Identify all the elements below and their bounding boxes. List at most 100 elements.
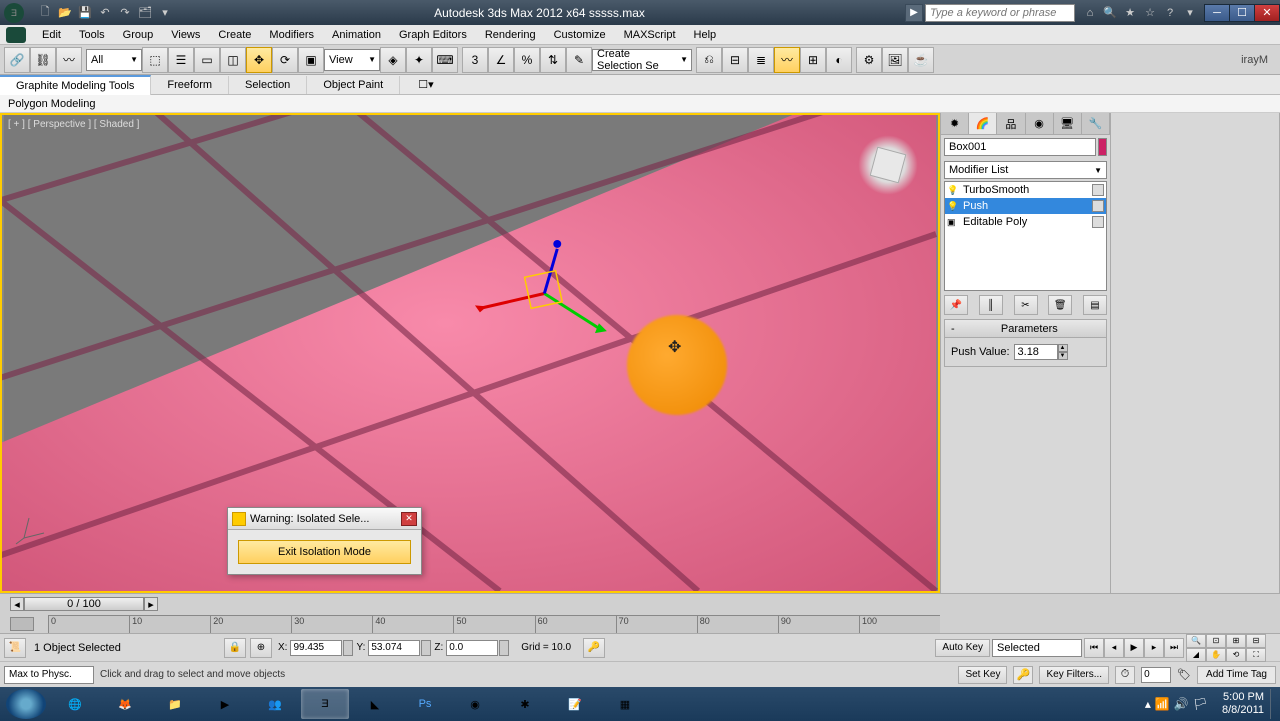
qat-undo-icon[interactable]: ↶ — [96, 5, 114, 21]
panel-tab-hierarchy[interactable]: 品 — [997, 113, 1025, 134]
mirror-button[interactable]: ⎌ — [696, 47, 722, 73]
panel-tab-display[interactable]: 🖥 — [1054, 113, 1082, 134]
viewport-label[interactable]: [ + ] [ Perspective ] [ Shaded ] — [8, 119, 139, 130]
qat-redo-icon[interactable]: ↷ — [116, 5, 134, 21]
edit-named-sel-button[interactable]: ✎ — [566, 47, 592, 73]
rendered-frame-button[interactable]: 🖼 — [882, 47, 908, 73]
pivot-center-button[interactable]: ◈ — [380, 47, 406, 73]
taskbar-live-icon[interactable]: 👥 — [251, 689, 299, 719]
remove-modifier-button[interactable]: 🗑 — [1048, 295, 1072, 315]
taskbar-explorer-icon[interactable]: 📁 — [151, 689, 199, 719]
dialog-close-button[interactable]: ✕ — [401, 512, 417, 526]
current-frame-input[interactable] — [1141, 667, 1171, 683]
maxscript-listener-icon[interactable]: 📜 — [4, 638, 26, 658]
menu-tools[interactable]: Tools — [71, 27, 113, 43]
modifier-row-turbosmooth[interactable]: 💡 TurboSmooth — [945, 182, 1106, 198]
align-button[interactable]: ⊟ — [722, 47, 748, 73]
manipulate-button[interactable]: ✦ — [406, 47, 432, 73]
ribbon-minimize-icon[interactable]: ☐▾ — [412, 76, 439, 93]
comm-center-icon[interactable]: 🔑 — [583, 638, 605, 658]
transform-type-icon[interactable]: ⊕ — [250, 638, 272, 658]
bind-spacewarp-button[interactable]: 〰 — [56, 47, 82, 73]
selection-filter-dropdown[interactable]: All — [86, 49, 142, 71]
y-input[interactable] — [368, 640, 420, 656]
panel-tab-utilities[interactable]: 🔧 — [1082, 113, 1110, 134]
lock-selection-icon[interactable]: 🔒 — [224, 638, 246, 658]
panel-tab-create[interactable]: ✹ — [941, 113, 969, 134]
modifier-list-dropdown[interactable]: Modifier List — [944, 161, 1107, 179]
taskbar-app3-icon[interactable]: ▦ — [601, 689, 649, 719]
taskbar-media-icon[interactable]: ▶ — [201, 689, 249, 719]
select-scale-button[interactable]: ▣ — [298, 47, 324, 73]
menu-customize[interactable]: Customize — [546, 27, 614, 43]
show-end-result-button[interactable]: ║ — [979, 295, 1003, 315]
ribbon-tab-object-paint[interactable]: Object Paint — [307, 76, 400, 94]
x-input[interactable] — [290, 640, 342, 656]
pin-stack-button[interactable]: 📌 — [944, 295, 968, 315]
timeslider-handle[interactable]: 0 / 100 — [24, 597, 144, 611]
setkey-button[interactable]: Set Key — [958, 666, 1007, 684]
modifier-stack[interactable]: 💡 TurboSmooth 💡 Push ▣ Editable Poly — [944, 181, 1107, 291]
search-input[interactable] — [925, 4, 1075, 22]
select-object-button[interactable]: ⬚ — [142, 47, 168, 73]
timeslider-next-icon[interactable]: ▸ — [144, 597, 158, 611]
ribbon-tab-graphite[interactable]: Graphite Modeling Tools — [0, 75, 151, 95]
named-selection-dropdown[interactable]: Create Selection Se — [592, 49, 692, 71]
exit-isolation-button[interactable]: Exit Isolation Mode — [238, 540, 411, 564]
ribbon-panel-label[interactable]: Polygon Modeling — [8, 98, 95, 110]
menu-modifiers[interactable]: Modifiers — [261, 27, 322, 43]
ribbon-tab-selection[interactable]: Selection — [229, 76, 307, 94]
keyfilters-button[interactable]: Key Filters... — [1039, 666, 1109, 684]
search-go-icon[interactable]: ▶ — [905, 4, 923, 22]
refcoord-dropdown[interactable]: View — [324, 49, 380, 71]
snap-toggle-button[interactable]: 3 — [462, 47, 488, 73]
pan-icon[interactable]: ✋ — [1206, 648, 1226, 662]
menu-group[interactable]: Group — [115, 27, 162, 43]
prev-frame-icon[interactable]: ◂ — [1104, 638, 1124, 658]
configure-sets-button[interactable]: ▤ — [1083, 295, 1107, 315]
object-name-input[interactable] — [944, 138, 1096, 156]
material-editor-button[interactable]: ◐ — [826, 47, 852, 73]
star-icon[interactable]: ☆ — [1141, 4, 1159, 22]
panel-tab-modify[interactable]: 🌈 — [969, 113, 997, 134]
orbit-icon[interactable]: ⟲ — [1226, 648, 1246, 662]
tray-volume-icon[interactable]: 🔊 — [1174, 697, 1189, 711]
setkey-key-icon[interactable]: 🔑 — [1013, 666, 1033, 684]
percent-snap-button[interactable]: % — [514, 47, 540, 73]
maxmin-viewport-icon[interactable]: ⛶ — [1246, 648, 1266, 662]
application-menu-icon[interactable] — [6, 27, 26, 43]
viewport[interactable]: [ + ] [ Perspective ] [ Shaded ] — [0, 113, 940, 593]
qat-more-icon[interactable]: ▾ — [156, 5, 174, 21]
window-crossing-button[interactable]: ◫ — [220, 47, 246, 73]
menu-rendering[interactable]: Rendering — [477, 27, 544, 43]
z-spinner[interactable] — [499, 640, 509, 656]
window-maximize-button[interactable]: ☐ — [1229, 4, 1255, 22]
trackbar-ruler[interactable]: 0 10 20 30 40 50 60 70 80 90 100 — [48, 615, 940, 633]
render-setup-button[interactable]: ⚙ — [856, 47, 882, 73]
favorites-icon[interactable]: ★ — [1121, 4, 1139, 22]
push-value-input[interactable] — [1014, 344, 1058, 360]
make-unique-button[interactable]: ✂ — [1014, 295, 1038, 315]
fov-icon[interactable]: ◢ — [1186, 648, 1206, 662]
link-button[interactable]: 🔗 — [4, 47, 30, 73]
select-rotate-button[interactable]: ⟳ — [272, 47, 298, 73]
play-icon[interactable]: ▶ — [1124, 638, 1144, 658]
app-icon[interactable]: Ǝ — [4, 3, 24, 23]
rollout-collapse-icon[interactable]: - — [951, 323, 955, 335]
y-spinner[interactable] — [421, 640, 431, 656]
time-tag-icon[interactable]: 🏷 — [1177, 668, 1191, 681]
show-desktop-button[interactable] — [1270, 689, 1278, 719]
menu-animation[interactable]: Animation — [324, 27, 389, 43]
maxscript-mini-listener[interactable]: Max to Physc. — [4, 666, 94, 684]
menu-create[interactable]: Create — [210, 27, 259, 43]
spinner-up-icon[interactable]: ▲ — [1058, 344, 1068, 352]
window-close-button[interactable]: ✕ — [1254, 4, 1280, 22]
x-spinner[interactable] — [343, 640, 353, 656]
tray-flag-icon[interactable]: 🏳 — [1193, 697, 1208, 711]
menu-maxscript[interactable]: MAXScript — [616, 27, 684, 43]
curve-editor-button[interactable]: 〰 — [774, 47, 800, 73]
select-region-button[interactable]: ▭ — [194, 47, 220, 73]
taskbar-ie-icon[interactable]: 🌐 — [51, 689, 99, 719]
exchange-icon[interactable]: 🔍 — [1101, 4, 1119, 22]
modifier-toggle[interactable] — [1092, 184, 1104, 196]
